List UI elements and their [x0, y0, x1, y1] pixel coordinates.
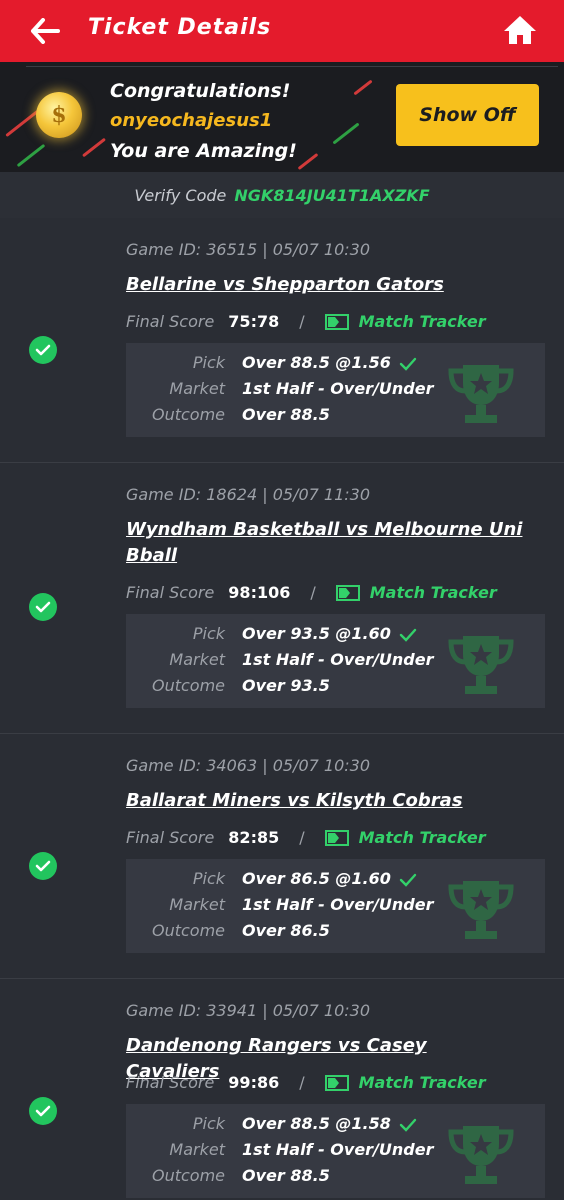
divider: [26, 66, 558, 67]
pick-label: Pick: [192, 1114, 225, 1133]
congrats-banner: $ Congratulations! onyeochajesus1 You ar…: [0, 62, 564, 172]
pick-value-wrap: Over 88.5 @1.58: [242, 1114, 417, 1133]
pick-value: Over 93.5 @1.60: [242, 624, 391, 643]
outcome-value: Over 93.5: [242, 676, 330, 695]
checkmark-icon: [399, 628, 417, 642]
trophy-icon: [448, 365, 514, 423]
pick-details: Pick Over 93.5 @1.60 Market 1st Half - O…: [126, 614, 545, 708]
pick-label: Pick: [192, 624, 225, 643]
game-id: Game ID: 33941 | 05/07 10:30: [126, 1001, 370, 1020]
score-row: Final Score 99:86 / Match Tracker: [126, 1073, 486, 1092]
match-title[interactable]: Bellarine vs Shepparton Gators: [126, 272, 526, 298]
pick-value-wrap: Over 86.5 @1.60: [242, 869, 417, 888]
final-score-label: Final Score: [126, 828, 215, 847]
score-row: Final Score 75:78 / Match Tracker: [126, 312, 486, 331]
outcome-value: Over 86.5: [242, 921, 330, 940]
market-value: 1st Half - Over/Under: [242, 379, 434, 398]
outcome-value: Over 88.5: [242, 1166, 330, 1185]
market-label: Market: [169, 1140, 225, 1159]
confetti-streak: [16, 143, 46, 168]
score-row: Final Score 82:85 / Match Tracker: [126, 828, 486, 847]
checkmark-icon: [399, 357, 417, 371]
match-tracker-link[interactable]: Match Tracker: [359, 1073, 486, 1092]
match-tracker-icon[interactable]: [324, 1074, 349, 1091]
match-title[interactable]: Wyndham Basketball vs Melbourne Uni Bbal…: [126, 517, 526, 569]
match-tracker-link[interactable]: Match Tracker: [359, 312, 486, 331]
game-id: Game ID: 18624 | 05/07 11:30: [126, 485, 370, 504]
match-tracker-link[interactable]: Match Tracker: [359, 828, 486, 847]
outcome-label: Outcome: [151, 676, 225, 695]
separator: /: [299, 828, 305, 847]
pick-value: Over 88.5 @1.58: [242, 1114, 391, 1133]
pick-label: Pick: [192, 869, 225, 888]
outcome-label: Outcome: [151, 921, 225, 940]
pick-value-wrap: Over 88.5 @1.56: [242, 353, 417, 372]
separator: /: [299, 1073, 305, 1092]
confetti-streak: [332, 122, 360, 145]
confetti-streak: [297, 152, 319, 171]
pick-value-wrap: Over 93.5 @1.60: [242, 624, 417, 643]
separator: /: [299, 312, 305, 331]
market-label: Market: [169, 895, 225, 914]
final-score-value: 98:106: [228, 583, 291, 602]
verify-code-label: Verify Code: [134, 185, 227, 205]
match-tracker-icon[interactable]: [335, 584, 360, 601]
home-icon[interactable]: [502, 14, 538, 48]
trophy-icon: [448, 1126, 514, 1184]
confetti-streak: [5, 110, 39, 137]
separator: /: [310, 583, 316, 602]
back-arrow-icon[interactable]: [28, 14, 62, 48]
confetti-streak: [353, 79, 373, 96]
ticket-card: Game ID: 36515 | 05/07 10:30 Bellarine v…: [0, 218, 564, 463]
checkmark-icon: [399, 873, 417, 887]
verify-code-value[interactable]: NGK814JU41T1AXZKF: [234, 186, 429, 205]
final-score-value: 99:86: [228, 1073, 280, 1092]
page-title: Ticket Details: [88, 15, 272, 40]
coin-icon: $: [36, 92, 82, 138]
final-score-label: Final Score: [126, 312, 215, 331]
match-title[interactable]: Ballarat Miners vs Kilsyth Cobras: [126, 788, 526, 814]
ticket-card: Game ID: 34063 | 05/07 10:30 Ballarat Mi…: [0, 734, 564, 979]
pick-label: Pick: [192, 353, 225, 372]
match-tracker-icon[interactable]: [324, 313, 349, 330]
confetti-streak: [82, 137, 106, 158]
market-value: 1st Half - Over/Under: [242, 895, 434, 914]
check-circle-icon: [29, 1097, 57, 1125]
pick-value: Over 88.5 @1.56: [242, 353, 391, 372]
final-score-value: 75:78: [228, 312, 280, 331]
check-circle-icon: [29, 336, 57, 364]
trophy-icon: [448, 881, 514, 939]
market-value: 1st Half - Over/Under: [242, 650, 434, 669]
final-score-value: 82:85: [228, 828, 280, 847]
market-label: Market: [169, 650, 225, 669]
trophy-icon: [448, 636, 514, 694]
top-bar: Ticket Details: [0, 0, 564, 62]
check-circle-icon: [29, 852, 57, 880]
outcome-label: Outcome: [151, 1166, 225, 1185]
match-tracker-link[interactable]: Match Tracker: [370, 583, 497, 602]
score-row: Final Score 98:106 / Match Tracker: [126, 583, 497, 602]
final-score-label: Final Score: [126, 583, 215, 602]
congrats-text: Congratulations!: [110, 80, 291, 102]
market-label: Market: [169, 379, 225, 398]
match-tracker-icon[interactable]: [324, 829, 349, 846]
verify-code-bar: Verify Code NGK814JU41T1AXZKF: [0, 172, 564, 218]
pick-details: Pick Over 86.5 @1.60 Market 1st Half - O…: [126, 859, 545, 953]
final-score-label: Final Score: [126, 1073, 215, 1092]
ticket-card: Game ID: 18624 | 05/07 11:30 Wyndham Bas…: [0, 463, 564, 734]
amazing-text: You are Amazing!: [110, 140, 297, 162]
game-id: Game ID: 34063 | 05/07 10:30: [126, 756, 370, 775]
username: onyeochajesus1: [110, 110, 273, 131]
game-id: Game ID: 36515 | 05/07 10:30: [126, 240, 370, 259]
pick-details: Pick Over 88.5 @1.56 Market 1st Half - O…: [126, 343, 545, 437]
outcome-label: Outcome: [151, 405, 225, 424]
show-off-button[interactable]: Show Off: [396, 84, 539, 146]
pick-details: Pick Over 88.5 @1.58 Market 1st Half - O…: [126, 1104, 545, 1198]
ticket-card: Game ID: 33941 | 05/07 10:30 Dandenong R…: [0, 979, 564, 1200]
check-circle-icon: [29, 593, 57, 621]
market-value: 1st Half - Over/Under: [242, 1140, 434, 1159]
outcome-value: Over 88.5: [242, 405, 330, 424]
checkmark-icon: [399, 1118, 417, 1132]
pick-value: Over 86.5 @1.60: [242, 869, 391, 888]
